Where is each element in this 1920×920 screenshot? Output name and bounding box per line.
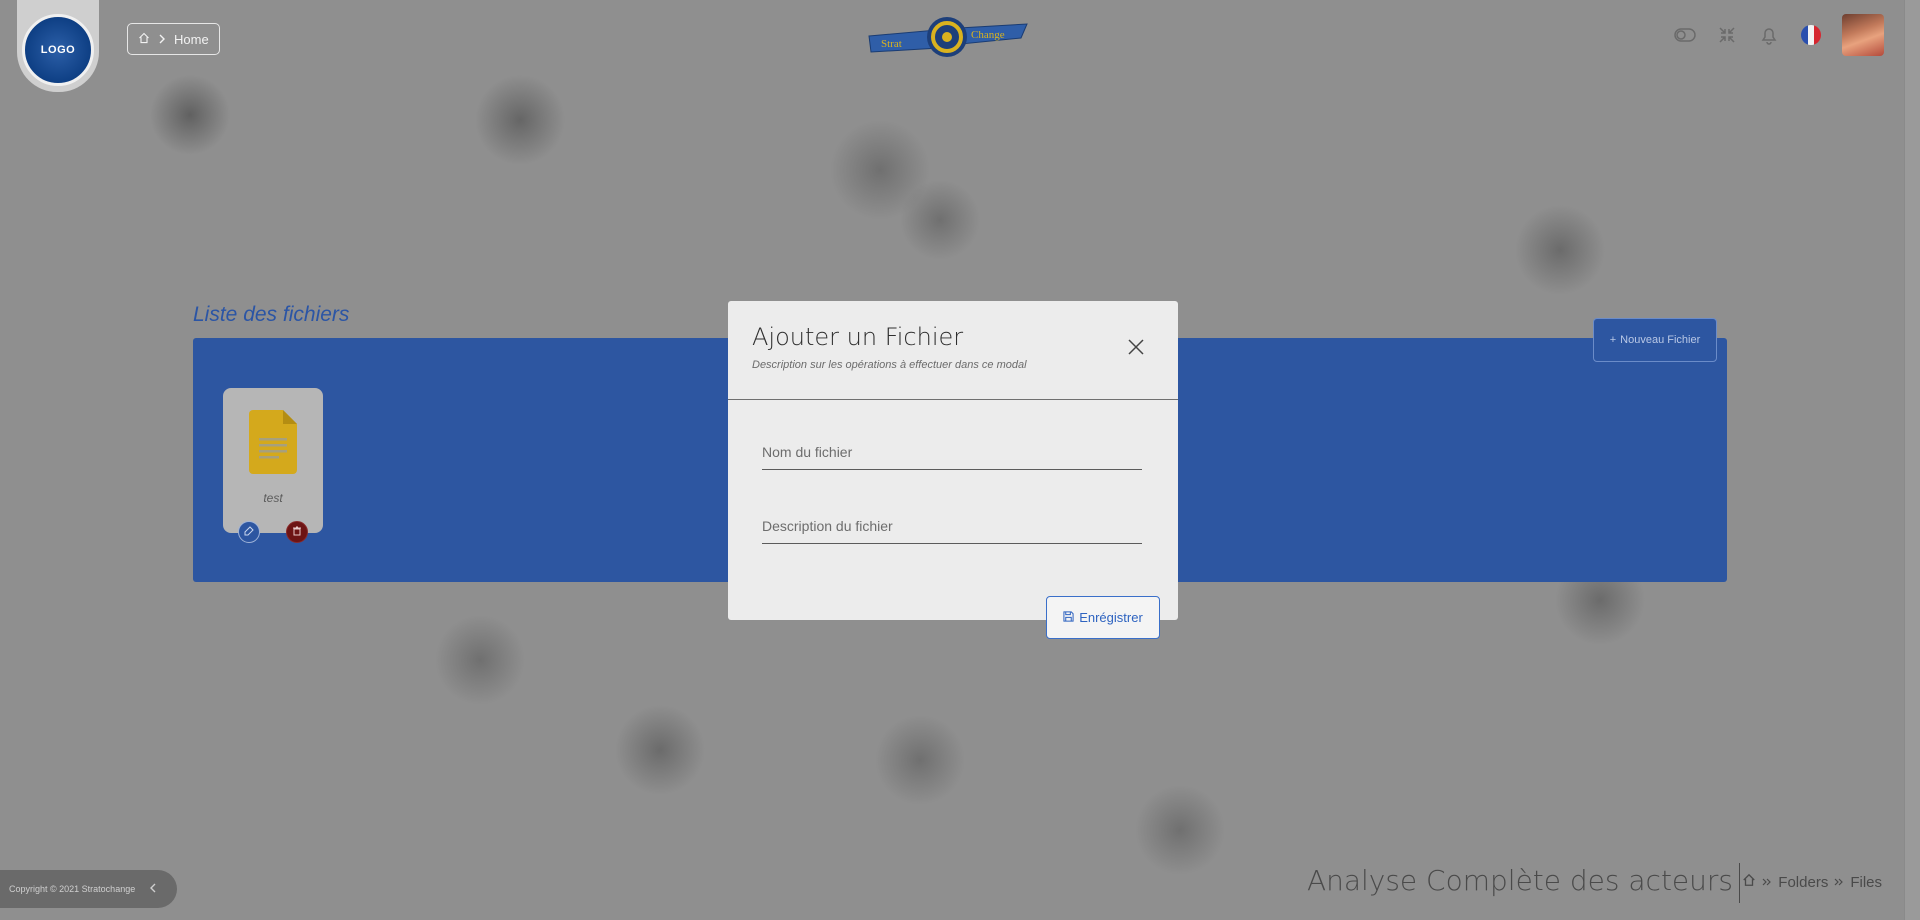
collapse-chevron-icon[interactable] bbox=[149, 883, 157, 895]
save-label: Enrégistrer bbox=[1079, 610, 1143, 625]
file-name[interactable]: test bbox=[223, 491, 323, 505]
breadcrumb-home-link[interactable]: Home bbox=[174, 32, 209, 47]
france-flag-icon[interactable] bbox=[1800, 24, 1822, 46]
footer-breadcrumb: Folders Files bbox=[1742, 873, 1882, 891]
toggle-icon[interactable] bbox=[1674, 24, 1696, 46]
page-section-title: Liste des fichiers bbox=[193, 303, 350, 326]
home-icon[interactable] bbox=[138, 32, 150, 47]
brand-right-text: Change bbox=[971, 29, 1005, 41]
file-card[interactable]: test bbox=[223, 388, 323, 543]
breadcrumb-files-link[interactable]: Files bbox=[1850, 874, 1882, 891]
home-icon[interactable] bbox=[1742, 873, 1756, 891]
save-icon bbox=[1063, 610, 1074, 625]
modal-subtitle: Description sur les opérations à effectu… bbox=[752, 359, 1027, 371]
page-scrollbar[interactable] bbox=[1904, 0, 1920, 920]
top-actions bbox=[1674, 14, 1884, 56]
bell-icon[interactable] bbox=[1758, 24, 1780, 46]
edit-file-button[interactable] bbox=[238, 521, 260, 543]
copyright-text: Copyright © 2021 Stratochange bbox=[9, 884, 136, 894]
plus-icon: + bbox=[1609, 334, 1617, 346]
logo-tab[interactable]: LOGO bbox=[17, 0, 99, 92]
file-description-input[interactable] bbox=[762, 508, 1142, 544]
add-file-modal: Ajouter un Fichier Description sur les o… bbox=[728, 301, 1178, 620]
save-button[interactable]: Enrégistrer bbox=[1046, 596, 1160, 639]
delete-file-button[interactable] bbox=[286, 521, 308, 543]
brand-left-text: Strat bbox=[881, 38, 902, 50]
double-chevron-icon bbox=[1762, 874, 1772, 891]
page-title: Analyse Complète des acteurs bbox=[1307, 863, 1740, 903]
document-icon bbox=[249, 410, 297, 479]
modal-title: Ajouter un Fichier bbox=[752, 323, 964, 351]
chevron-right-icon bbox=[158, 32, 166, 47]
compress-icon[interactable] bbox=[1716, 24, 1738, 46]
user-avatar[interactable] bbox=[1842, 14, 1884, 56]
edit-icon bbox=[244, 523, 254, 541]
brand-logo: Strat Change bbox=[867, 14, 1029, 60]
file-name-input[interactable] bbox=[762, 434, 1142, 470]
new-file-button[interactable]: + Nouveau Fichier bbox=[1593, 318, 1717, 362]
logo[interactable]: LOGO bbox=[22, 14, 94, 86]
copyright-bar: Copyright © 2021 Stratochange bbox=[0, 870, 177, 908]
logo-text: LOGO bbox=[40, 44, 76, 56]
trash-icon bbox=[292, 523, 302, 541]
breadcrumb-folders-link[interactable]: Folders bbox=[1778, 874, 1828, 891]
close-icon[interactable] bbox=[1126, 337, 1146, 357]
new-file-label: Nouveau Fichier bbox=[1620, 334, 1701, 346]
double-chevron-icon bbox=[1834, 874, 1844, 891]
breadcrumb[interactable]: Home bbox=[127, 23, 220, 55]
modal-header: Ajouter un Fichier Description sur les o… bbox=[728, 301, 1178, 400]
